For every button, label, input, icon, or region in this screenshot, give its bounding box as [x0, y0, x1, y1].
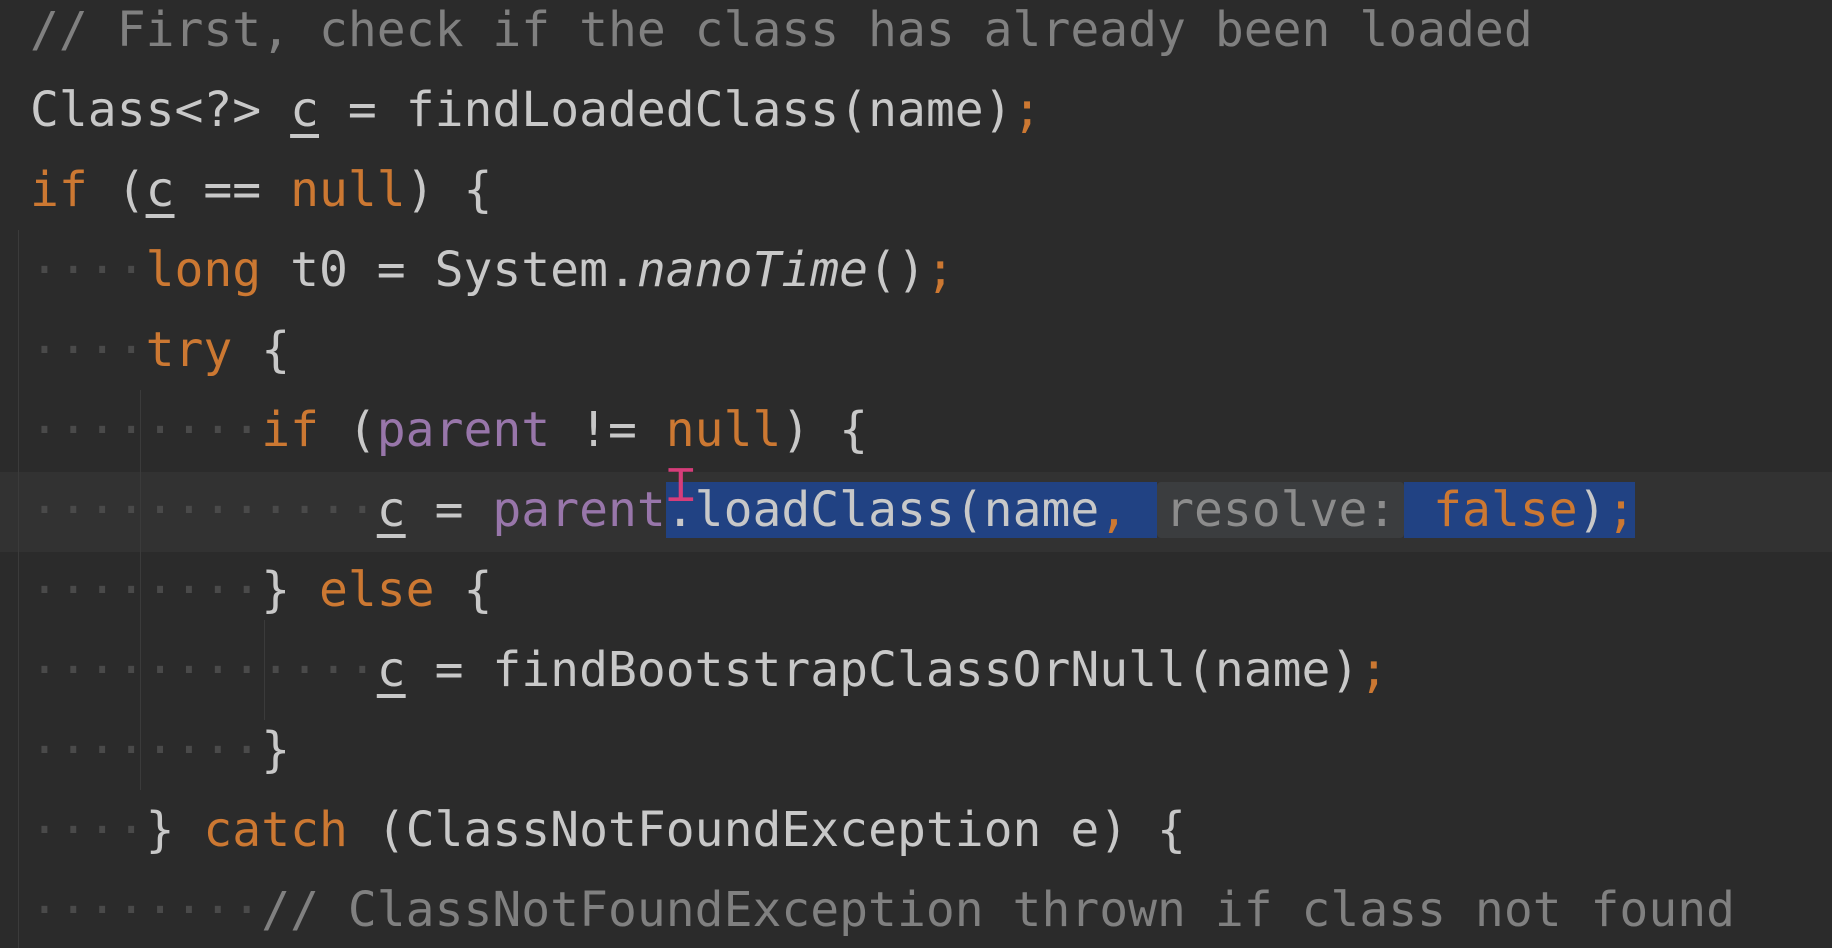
code-token: }: [261, 562, 319, 618]
code-line[interactable]: ········if (parent != null) {: [30, 390, 868, 470]
code-token: long: [145, 242, 262, 298]
code-token: ;: [1359, 642, 1389, 698]
code-token: (: [318, 402, 377, 458]
code-token: ;: [1606, 482, 1636, 538]
code-token: nanoTime: [636, 242, 869, 298]
code-token: ····: [30, 322, 146, 378]
code-line[interactable]: ········} else {: [30, 550, 492, 630]
code-token: (): [868, 242, 926, 298]
code-token: ····: [30, 802, 146, 858]
code-token: (ClassNotFoundException e) {: [347, 802, 1186, 858]
code-token: ········: [30, 562, 262, 618]
code-line[interactable]: ····} catch (ClassNotFoundException e) {: [30, 790, 1186, 870]
code-token: =: [405, 482, 493, 538]
code-line[interactable]: Class<?> c = findLoadedClass(name);: [30, 70, 1041, 150]
code-token: ): [1577, 482, 1607, 538]
code-token: ············: [30, 642, 377, 698]
code-token: }: [261, 722, 291, 778]
code-token: c: [145, 162, 175, 218]
code-token: }: [145, 802, 204, 858]
code-token: Class<?>: [30, 82, 291, 138]
code-token: ) {: [781, 402, 869, 458]
code-token: !=: [550, 402, 666, 458]
code-token: ) {: [405, 162, 493, 218]
mouse-ibeam-cursor-icon: Ɪ: [668, 458, 694, 512]
code-line[interactable]: ····long t0 = System.nanoTime();: [30, 230, 955, 310]
code-token: ;: [1012, 82, 1042, 138]
code-token: {: [232, 322, 291, 378]
code-token: // ClassNotFoundException thrown if clas…: [261, 882, 1736, 938]
code-token: c: [376, 642, 406, 698]
code-token: else: [318, 562, 435, 618]
code-token: c: [290, 82, 319, 138]
code-token: ········: [30, 882, 262, 938]
code-token: ········: [30, 402, 262, 458]
code-token: ==: [174, 162, 291, 218]
code-line[interactable]: ············c = findBootstrapClassOrNull…: [30, 630, 1388, 710]
code-token: [1404, 482, 1434, 538]
code-line[interactable]: ············c = parent.loadClass(name, r…: [30, 470, 1636, 550]
code-token: ····: [30, 242, 146, 298]
code-token: = findBootstrapClassOrNull(name): [405, 642, 1360, 698]
code-token: = findLoadedClass(name): [319, 82, 1013, 138]
code-line[interactable]: if (c == null) {: [30, 150, 492, 230]
code-token: c: [376, 482, 406, 538]
code-line[interactable]: ····try {: [30, 310, 290, 390]
code-line[interactable]: ········// ClassNotFoundException thrown…: [30, 870, 1735, 948]
code-token: ········: [30, 722, 262, 778]
code-line[interactable]: // First, check if the class has already…: [30, 0, 1533, 70]
code-token: t0 = System.: [261, 242, 637, 298]
code-token: ,: [1099, 482, 1158, 538]
code-token: null: [665, 402, 782, 458]
code-token: parent: [376, 402, 551, 458]
code-token: {: [434, 562, 493, 618]
code-token: parent: [492, 482, 666, 538]
code-token: (: [87, 162, 146, 218]
code-token: false: [1433, 482, 1578, 538]
indent-guide: [18, 230, 19, 948]
code-token: // First, check if the class has already…: [30, 2, 1533, 58]
parameter-hint: resolve:: [1157, 482, 1405, 538]
code-token: try: [145, 322, 233, 378]
code-editor[interactable]: // First, check if the class has already…: [0, 0, 1832, 948]
code-token: .loadClass(name: [665, 482, 1100, 538]
code-line[interactable]: ········}: [30, 710, 290, 790]
code-token: if: [261, 402, 319, 458]
code-token: ;: [925, 242, 955, 298]
code-token: ············: [30, 482, 377, 538]
code-token: if: [30, 162, 88, 218]
code-token: catch: [203, 802, 348, 858]
code-token: null: [290, 162, 406, 218]
